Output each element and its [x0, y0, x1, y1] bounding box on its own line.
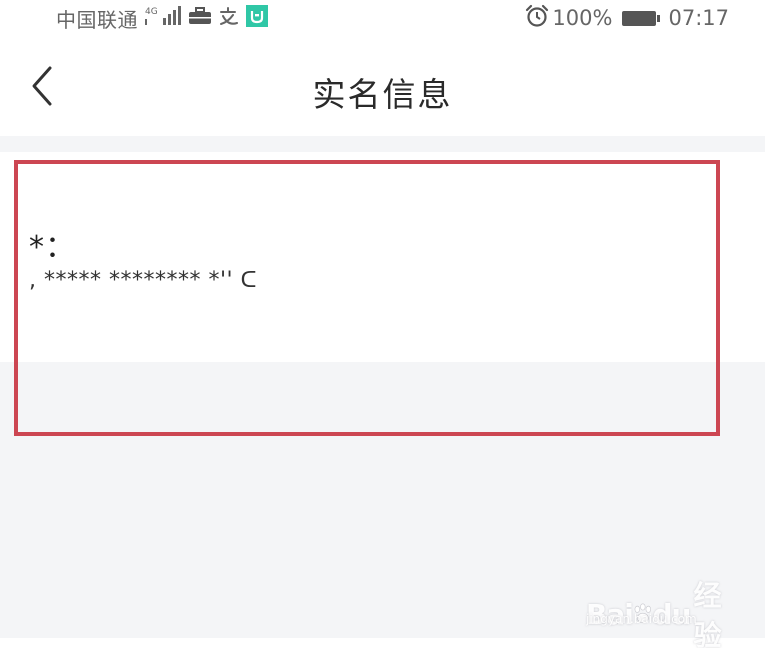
signal-icon: 4G — [144, 5, 182, 31]
identity-card: *： , ***** ******** *'' ᑕ — [0, 152, 765, 362]
carrier-label: 中国联通 — [56, 7, 138, 32]
watermark-url: jingyan.baidu.com — [586, 612, 697, 626]
app-badge-icon — [246, 5, 268, 31]
section-divider — [0, 136, 765, 152]
baidu-watermark: Bai du 经验 jingyan.baidu.com — [586, 566, 736, 648]
page-title: 实名信息 — [312, 75, 453, 114]
network-label: 4G — [145, 7, 158, 17]
battery-icon — [622, 10, 661, 26]
battery-percent: 100% — [552, 6, 613, 30]
header-bar: 实名信息 — [0, 36, 765, 136]
masked-name: *： — [29, 230, 76, 265]
status-bar: 中国联通 4G 100% 07:17 — [0, 0, 765, 36]
alarm-icon — [524, 4, 550, 33]
taobao-icon — [218, 6, 240, 30]
watermark-logo: Bai du 经验 — [586, 574, 736, 648]
status-right: 100% 07:17 — [524, 3, 729, 33]
clock: 07:17 — [668, 6, 729, 30]
briefcase-icon — [188, 6, 212, 30]
screen: 中国联通 4G 100% 07:17 实名信息 *： , ***** *****… — [0, 0, 765, 648]
status-left: 中国联通 4G — [56, 3, 268, 33]
watermark-product: 经验 — [693, 579, 721, 648]
masked-id-number: , ***** ******** *'' ᑕ — [29, 268, 258, 293]
